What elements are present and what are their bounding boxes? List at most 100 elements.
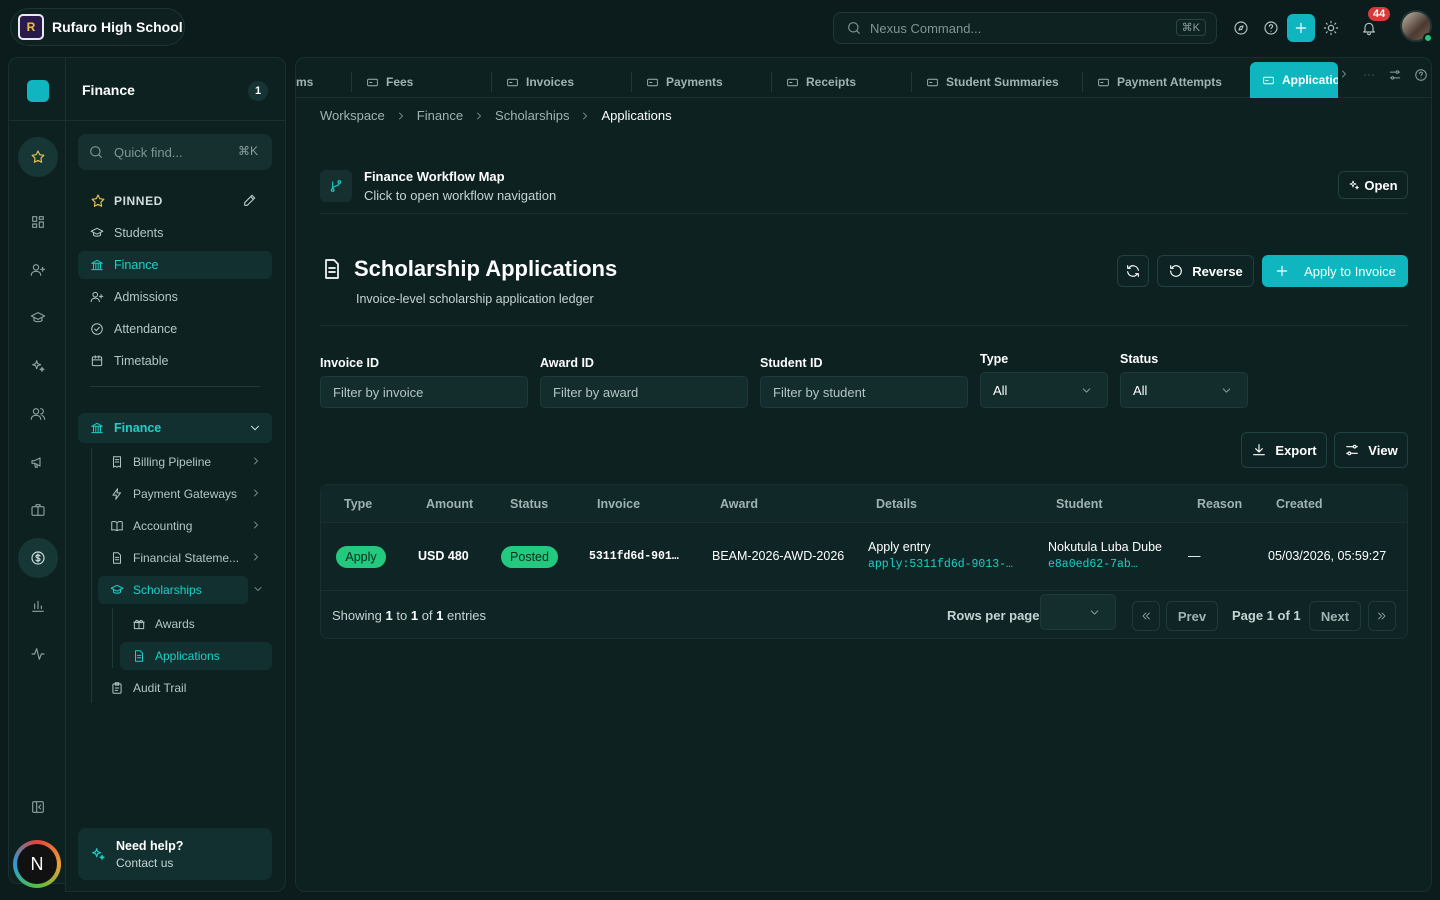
page-header: Scholarship Applications (320, 256, 617, 282)
column-status[interactable]: Status (510, 497, 548, 511)
user-initial-avatar[interactable]: N (13, 840, 61, 888)
sidebar-item-audit-trail[interactable]: Audit Trail (98, 674, 272, 702)
column-details[interactable]: Details (876, 497, 917, 511)
reverse-button[interactable]: Reverse (1157, 255, 1254, 287)
pinned-item-finance[interactable]: Finance (78, 251, 272, 279)
column-award[interactable]: Award (720, 497, 758, 511)
export-button[interactable]: Export (1241, 432, 1327, 468)
tab-overflow-left[interactable]: ms (296, 66, 352, 98)
megaphone-icon[interactable] (24, 448, 52, 476)
dollar-icon[interactable] (18, 538, 58, 578)
pinned-item-admissions[interactable]: Admissions (78, 283, 272, 311)
theme-sun-icon[interactable] (1317, 14, 1345, 42)
bar-chart-icon[interactable] (24, 592, 52, 620)
command-search-placeholder: Nexus Command... (870, 20, 982, 36)
pinned-item-attendance[interactable]: Attendance (78, 315, 272, 343)
help-icon[interactable] (1414, 68, 1428, 82)
chevron-right-icon[interactable] (1338, 68, 1350, 82)
help-contact-link[interactable]: Contact us (116, 856, 183, 870)
tab-payment-attempts[interactable]: Payment Attempts (1083, 66, 1249, 98)
help-icon[interactable] (1257, 14, 1285, 42)
activity-icon[interactable] (24, 640, 52, 668)
compass-icon[interactable] (1227, 14, 1255, 42)
user-plus-icon[interactable] (24, 256, 52, 284)
student-filter-input[interactable]: Filter by student (760, 376, 968, 408)
table-footer: Showing 1 to 1 of 1 entries Rows per pag… (321, 591, 1407, 639)
applications-table: Type Amount Status Invoice Award Details… (320, 484, 1408, 639)
showing-from: 1 (385, 608, 393, 623)
tab-receipts[interactable]: Receipts (772, 66, 912, 98)
help-card[interactable]: Need help? Contact us (78, 828, 272, 880)
user-avatar[interactable] (1400, 10, 1433, 43)
award-filter-input[interactable]: Filter by award (540, 376, 748, 408)
chevron-down-icon (248, 421, 262, 435)
refresh-button[interactable] (1117, 255, 1149, 287)
graduation-cap-icon[interactable] (24, 304, 52, 332)
tab-applications[interactable]: Application (1250, 62, 1338, 98)
sidebar-item-applications[interactable]: Applications (120, 642, 272, 670)
column-invoice[interactable]: Invoice (597, 497, 640, 511)
column-student[interactable]: Student (1056, 497, 1103, 511)
plus-icon (1274, 263, 1290, 279)
workflow-open-button[interactable]: Open (1338, 171, 1408, 199)
breadcrumb-finance[interactable]: Finance (417, 108, 463, 123)
add-button[interactable] (1287, 14, 1315, 42)
invoice-filter-label: Invoice ID (320, 356, 380, 370)
more-icon[interactable] (1362, 68, 1376, 82)
collapse-sidebar-icon[interactable] (24, 793, 52, 821)
pinned-item-students[interactable]: Students (78, 219, 272, 247)
briefcase-icon[interactable] (24, 496, 52, 524)
tab-student-summaries[interactable]: Student Summaries (912, 66, 1082, 98)
sidebar-item-label: Financial Stateme... (133, 551, 240, 565)
type-filter-select[interactable]: All (980, 372, 1108, 408)
finance-section-toggle[interactable]: Finance (78, 413, 272, 443)
invoice-filter-input[interactable]: Filter by invoice (320, 376, 528, 408)
command-search-input[interactable]: Nexus Command... ⌘K (833, 12, 1217, 44)
app-logo[interactable] (27, 80, 49, 102)
users-icon[interactable] (24, 400, 52, 428)
breadcrumb-workspace[interactable]: Workspace (320, 108, 385, 123)
view-button[interactable]: View (1334, 432, 1408, 468)
icon-rail: N (8, 57, 65, 888)
status-filter-select[interactable]: All (1120, 372, 1248, 408)
star-icon[interactable] (18, 137, 58, 177)
workflow-map-banner[interactable]: Finance Workflow Map Click to open workf… (320, 168, 1408, 214)
column-reason[interactable]: Reason (1197, 497, 1242, 511)
tab-invoices[interactable]: Invoices (492, 66, 632, 98)
sliders-icon[interactable] (1388, 68, 1402, 82)
prev-page-button[interactable]: Prev (1166, 601, 1218, 631)
edit-pinned-icon[interactable] (242, 192, 258, 208)
last-page-button[interactable] (1368, 601, 1396, 631)
sidebar-item-billing-pipeline[interactable]: Billing Pipeline (98, 448, 272, 476)
sidebar-item-awards[interactable]: Awards (120, 610, 270, 638)
pinned-item-label: Admissions (114, 290, 178, 304)
tab-payments[interactable]: Payments (632, 66, 772, 98)
chevron-down-icon[interactable] (252, 583, 264, 595)
sidebar-item-label: Billing Pipeline (133, 455, 212, 469)
school-switcher[interactable]: R Rufaro High School (10, 8, 185, 46)
breadcrumb-scholarships[interactable]: Scholarships (495, 108, 569, 123)
tab-fees[interactable]: Fees (352, 66, 492, 98)
quick-find-input[interactable]: Quick find... ⌘K (78, 134, 272, 170)
column-type[interactable]: Type (344, 497, 372, 511)
column-amount[interactable]: Amount (426, 497, 473, 511)
check-circle-icon (90, 322, 104, 336)
tab-bar: ms Fees Invoices Payments Receipts Stude… (296, 58, 1431, 98)
sidebar-item-financial-statements[interactable]: Financial Stateme... (98, 544, 272, 572)
dashboard-icon[interactable] (24, 208, 52, 236)
sparkles-icon[interactable] (24, 352, 52, 380)
page-title: Scholarship Applications (354, 256, 618, 281)
apply-to-invoice-button[interactable]: Apply to Invoice (1262, 255, 1408, 287)
sidebar-item-scholarships[interactable]: Scholarships (98, 576, 248, 604)
help-title: Need help? (116, 838, 184, 853)
column-created[interactable]: Created (1276, 497, 1323, 511)
rows-per-page-select[interactable] (1040, 594, 1116, 630)
student-id[interactable]: e8a0ed62-7ab… (1048, 558, 1138, 571)
pinned-item-timetable[interactable]: Timetable (78, 347, 272, 375)
first-page-button[interactable] (1132, 601, 1160, 631)
table-row[interactable]: Apply USD 480 Posted 5311fd6d-901… BEAM-… (321, 523, 1407, 591)
student-name[interactable]: Nokutula Luba Dube (1048, 540, 1162, 554)
sidebar-item-payment-gateways[interactable]: Payment Gateways (98, 480, 272, 508)
next-page-button[interactable]: Next (1309, 601, 1361, 631)
sidebar-item-accounting[interactable]: Accounting (98, 512, 272, 540)
